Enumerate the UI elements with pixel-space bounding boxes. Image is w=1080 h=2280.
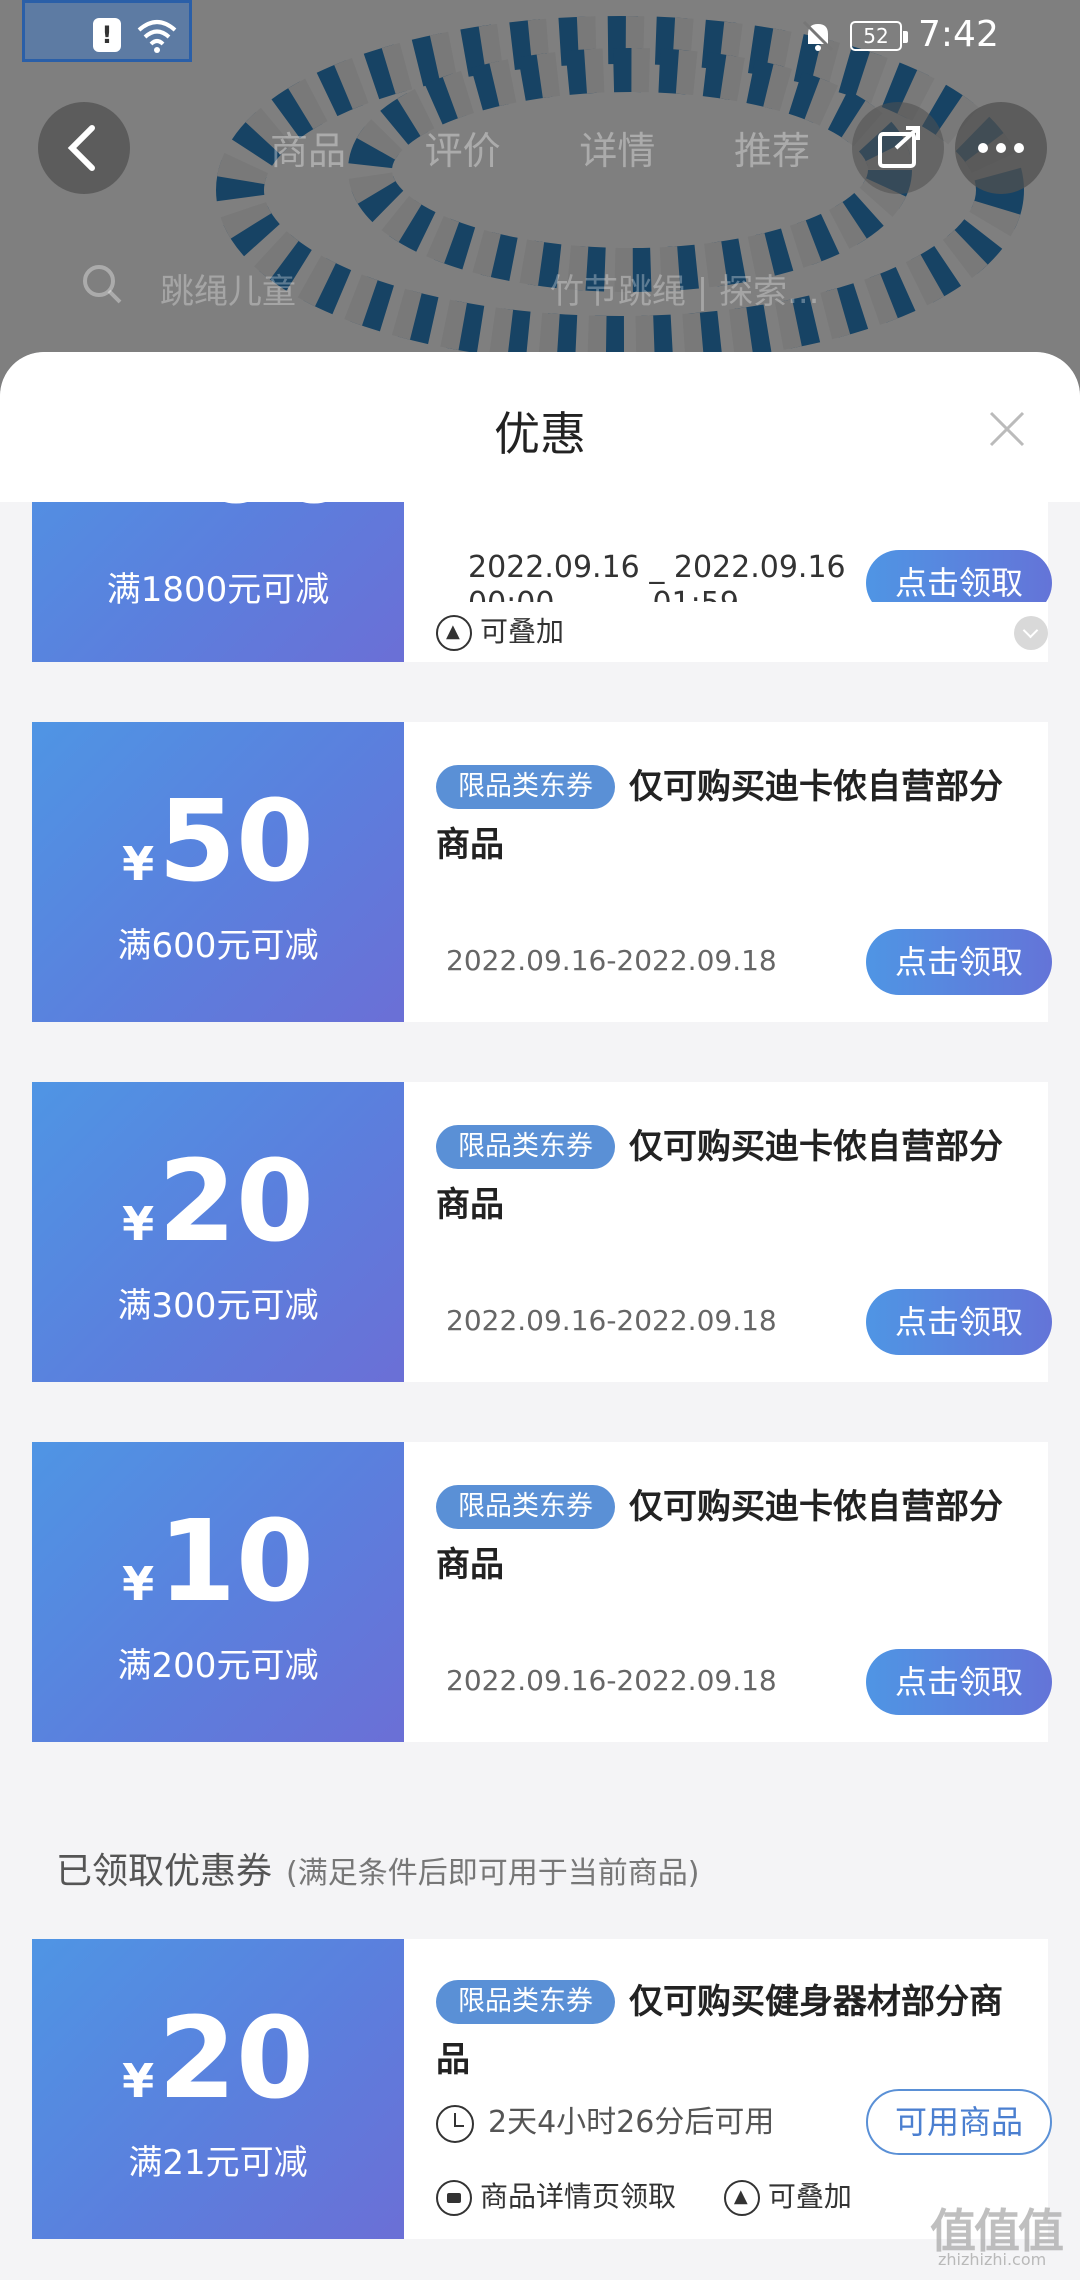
coupon-meta: 商品详情页领取 可叠加: [436, 2175, 852, 2216]
battery-indicator: 52: [850, 21, 908, 51]
coupon-validity: 2022.09.16-2022.09.18: [446, 1304, 777, 1337]
coupon-source: 商品详情页领取: [480, 2180, 677, 2213]
coupon-info-panel: 限品类东券 仅可购买迪卡侬自营部分商品 2022.09.16-2022.09.18…: [404, 1442, 1052, 1742]
product-tabs: 商品 评价 详情 推荐: [270, 120, 810, 180]
coupon-amount: ¥10: [122, 1497, 314, 1627]
search-icon: [83, 265, 122, 304]
watermark-url: zhizhizhi.com: [938, 2250, 1047, 2269]
stackable-label: 可叠加: [436, 610, 564, 651]
coupon-card: ¥10 满200元可减 限品类东券 仅可购买迪卡侬自营部分商品 2022.09.1…: [28, 1442, 1052, 1742]
stackable-icon: [436, 615, 472, 651]
coupon-sheet: 优惠 ¥100 满1800元可减 2022.09.16 _ 2022.09.16…: [0, 352, 1080, 2280]
available-products-button[interactable]: 可用商品: [866, 2089, 1052, 2155]
coupon-value-panel: ¥20 满300元可减: [28, 1082, 404, 1382]
coupon-description: 限品类东券 仅可购买健身器材部分商品: [436, 1980, 1003, 2080]
tab-reviews[interactable]: 评价: [425, 120, 501, 180]
claim-button[interactable]: 点击领取: [866, 1289, 1052, 1355]
share-icon: [878, 126, 920, 168]
coupon-info-panel: 限品类东券 仅可购买迪卡侬自营部分商品 2022.09.16-2022.09.18…: [404, 722, 1052, 1022]
wifi-icon: [137, 20, 177, 53]
coupon-countdown: 2天4小时26分后可用: [436, 2097, 774, 2143]
coupon-validity: 2022.09.16-2022.09.18: [446, 1664, 777, 1697]
background-search-bar: 跳绳儿童 竹节跳绳 | 探索...: [60, 250, 1020, 320]
coupon-info-panel: 限品类东券 仅可购买迪卡侬自营部分商品 2022.09.16-2022.09.18…: [404, 1082, 1052, 1382]
coupon-value-panel: ¥10 满200元可减: [28, 1442, 404, 1742]
coupon-amount: ¥20: [122, 1994, 314, 2124]
coupon-type-tag: 限品类东券: [436, 1485, 615, 1529]
coupon-card: ¥50 满600元可减 限品类东券 仅可购买迪卡侬自营部分商品 2022.09.1…: [28, 722, 1052, 1022]
chevron-left-icon: [67, 125, 95, 171]
coupon-description: 限品类东券 仅可购买迪卡侬自营部分商品: [436, 1485, 1003, 1585]
share-button[interactable]: [852, 102, 944, 194]
status-bar: ! 52 7:42: [0, 0, 1080, 70]
more-dots-icon: [978, 143, 1024, 153]
claim-button[interactable]: 点击领取: [866, 1649, 1052, 1715]
sheet-title: 优惠: [494, 407, 586, 461]
clock-icon: [436, 2104, 474, 2143]
coupon-threshold: 满200元可减: [117, 1646, 319, 1686]
back-button[interactable]: [38, 102, 130, 194]
coupon-value-panel: ¥20 满21元可减: [28, 1939, 404, 2239]
coupon-value-panel: ¥50 满600元可减: [28, 722, 404, 1022]
more-button[interactable]: [955, 102, 1047, 194]
tab-recommend[interactable]: 推荐: [734, 120, 810, 180]
sheet-header: 优惠: [0, 352, 1080, 502]
coupon-threshold: 满300元可减: [117, 1286, 319, 1326]
coupon-type-tag: 限品类东券: [436, 1125, 615, 1169]
coupon-footer-row: 可叠加: [404, 602, 1048, 662]
tab-product[interactable]: 商品: [270, 120, 346, 180]
alert-icon: !: [93, 18, 121, 52]
claimed-coupon-card: ¥20 满21元可减 限品类东券 仅可购买健身器材部分商品 2天4小时26分后可用…: [28, 1939, 1052, 2239]
coupon-description: 限品类东券 仅可购买迪卡侬自营部分商品: [436, 765, 1003, 865]
coupon-threshold: 满1800元可减: [106, 570, 330, 610]
coupon-card: ¥20 满300元可减 限品类东券 仅可购买迪卡侬自营部分商品 2022.09.1…: [28, 1082, 1052, 1382]
coupon-threshold: 满600元可减: [117, 926, 319, 966]
stackable-icon: [723, 2180, 760, 2216]
coupon-threshold: 满21元可减: [128, 2143, 308, 2183]
chevron-down-icon[interactable]: [1014, 616, 1048, 650]
claimed-section-title: 已领取优惠券 (满足条件后即可用于当前商品): [56, 1851, 700, 1892]
coupon-validity: 2022.09.16-2022.09.18: [446, 944, 777, 977]
search-suggestion: 竹节跳绳 | 探索...: [550, 272, 820, 312]
close-icon[interactable]: [985, 407, 1029, 451]
coupon-amount: ¥20: [122, 1137, 314, 1267]
product-page-background: ! 52 7:42 商品 评价 详情 推荐 跳绳儿童 竹节跳绳 | 探索...: [0, 0, 1080, 400]
coupon-type-tag: 限品类东券: [436, 1980, 615, 2024]
mute-bell-icon: [802, 20, 834, 52]
coupon-type-tag: 限品类东券: [436, 765, 615, 809]
coupon-source-icon: [436, 2180, 472, 2216]
status-time: 7:42: [918, 14, 999, 55]
coupon-description: 限品类东券 仅可购买迪卡侬自营部分商品: [436, 1125, 1003, 1225]
coupon-info-panel: 限品类东券 仅可购买健身器材部分商品 2天4小时26分后可用 可用商品 商品详情页…: [404, 1939, 1052, 2239]
tab-details[interactable]: 详情: [579, 120, 655, 180]
coupon-amount: ¥50: [122, 777, 314, 907]
claim-button[interactable]: 点击领取: [866, 929, 1052, 995]
search-keyword: 跳绳儿童: [160, 272, 296, 312]
stackable-label: 可叠加: [767, 2180, 852, 2213]
claimed-section-subtitle: (满足条件后即可用于当前商品): [286, 1856, 700, 1891]
